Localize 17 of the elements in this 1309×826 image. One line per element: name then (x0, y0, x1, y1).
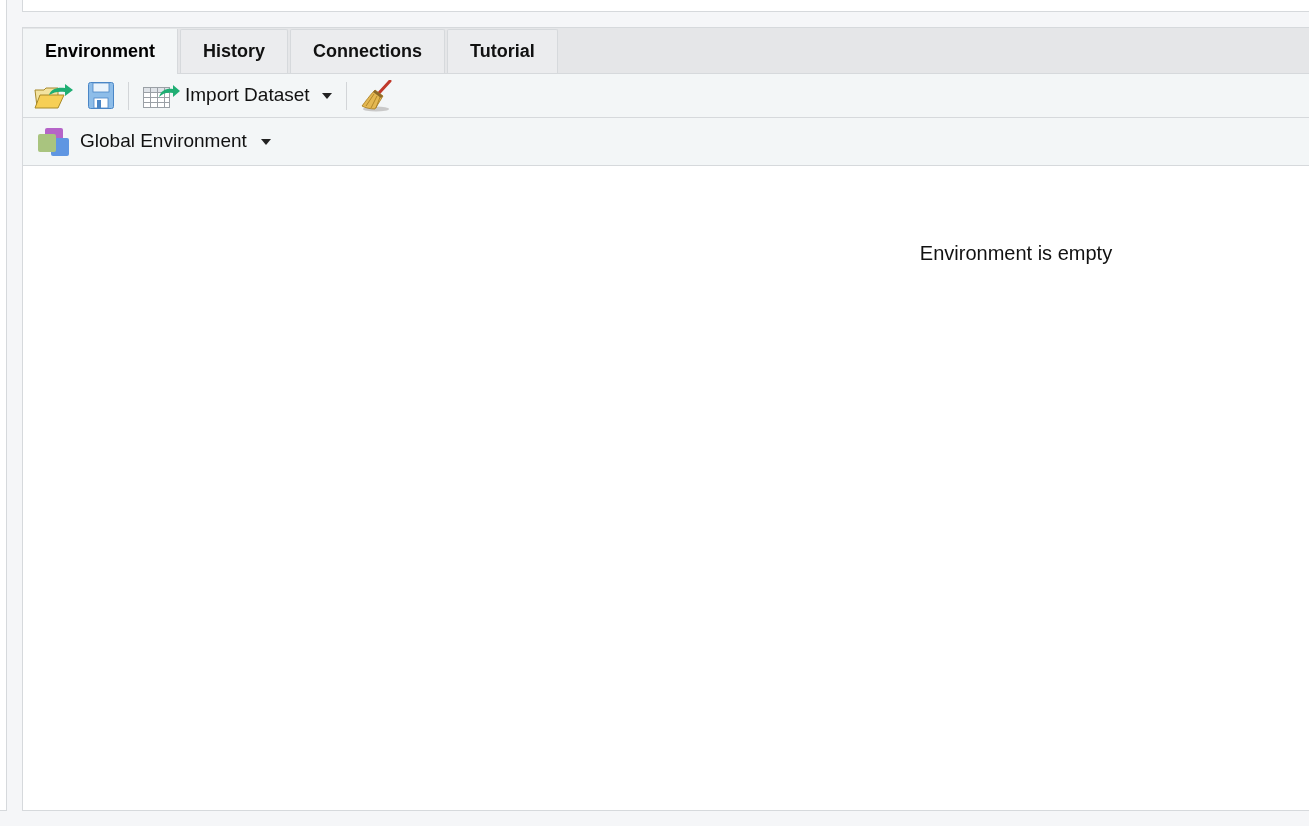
tab[interactable]: Connections (290, 29, 446, 73)
clear-workspace-button[interactable] (360, 79, 393, 112)
folder-arrow-icon (34, 82, 74, 109)
caret-down-icon (321, 92, 332, 99)
empty-message: Environment is empty (919, 241, 1113, 266)
save-workspace-button[interactable] (88, 82, 114, 109)
load-workspace-button[interactable] (34, 82, 74, 109)
environment-dropdown[interactable]: Global Environment (38, 127, 271, 156)
import-dataset-button[interactable]: Import Dataset (143, 81, 332, 110)
table-arrow-icon (143, 82, 180, 109)
broom-icon (360, 79, 393, 112)
tab[interactable]: Environment (23, 29, 178, 74)
save-icon (88, 82, 114, 109)
tab[interactable]: Tutorial (447, 29, 558, 73)
caret-down-icon (260, 138, 271, 145)
stacked-squares-icon (38, 127, 69, 156)
tab[interactable]: History (180, 29, 289, 73)
